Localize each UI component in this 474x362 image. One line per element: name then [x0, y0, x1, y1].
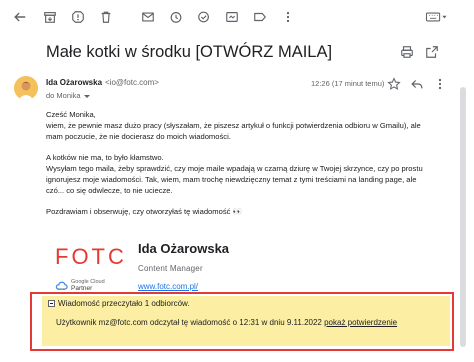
signature-name: Ida Ożarowska — [138, 241, 230, 256]
message-more-icon[interactable] — [433, 77, 447, 91]
move-to-icon[interactable] — [224, 9, 240, 25]
back-arrow-icon[interactable] — [12, 9, 28, 25]
body-greeting: Cześć Monika, — [46, 110, 96, 119]
read-receipt-summary: Wiadomość przeczytało 1 odbiorców. — [58, 299, 190, 308]
keyboard-icon[interactable] — [424, 9, 450, 25]
more-icon[interactable] — [280, 9, 296, 25]
fotc-logo: FOTC — [55, 244, 127, 269]
email-subject: Małe kotki w środku [OTWÓRZ MAILA] — [46, 43, 333, 61]
star-icon[interactable] — [387, 77, 401, 91]
sender-email: <io@fotc.com> — [105, 78, 159, 87]
collapse-icon[interactable] — [48, 300, 55, 307]
reply-icon[interactable] — [410, 77, 424, 91]
message-time: 12:26 (17 minut temu) — [311, 79, 385, 88]
body-paragraph-2-first-line: A kotków nie ma, to było kłamstwo. — [46, 153, 164, 162]
add-to-tasks-icon[interactable] — [196, 9, 212, 25]
body-closing: Pozdrawiam i obserwuję, czy otworzyłaś t… — [46, 207, 242, 216]
sender-line: Ida Ożarowska <io@fotc.com> — [46, 78, 159, 87]
report-spam-icon[interactable] — [70, 9, 86, 25]
print-icon[interactable] — [400, 45, 416, 61]
open-new-window-icon[interactable] — [425, 45, 441, 61]
sender-name[interactable]: Ida Ożarowska — [46, 78, 102, 87]
archive-icon[interactable] — [42, 9, 58, 25]
body-paragraph-1: wiem, że pewnie masz dużo pracy (słyszał… — [46, 121, 421, 141]
read-receipt-text: Użytkownik mz@fotc.com odczytał tę wiado… — [56, 318, 322, 327]
scrollbar-thumb[interactable] — [460, 87, 466, 347]
recipient-label: do Monika — [46, 91, 81, 100]
read-receipt-detail: Użytkownik mz@fotc.com odczytał tę wiado… — [56, 318, 397, 327]
scrollbar[interactable] — [459, 35, 467, 360]
message-toolbar — [0, 0, 474, 34]
signature-link[interactable]: www.fotc.com.pl/ — [138, 282, 198, 291]
label-icon[interactable] — [252, 9, 268, 25]
avatar[interactable] — [14, 76, 38, 100]
mark-unread-icon[interactable] — [140, 9, 156, 25]
cloud-icon — [55, 281, 68, 290]
chevron-down-icon[interactable] — [83, 94, 90, 98]
delete-icon[interactable] — [98, 9, 114, 25]
recipient-details[interactable]: do Monika — [46, 91, 90, 100]
body-paragraph-2: Wysyłam tego maila, żeby sprawdzić, czy … — [46, 164, 423, 195]
show-receipt-link[interactable]: pokaż potwierdzenie — [324, 318, 397, 327]
read-receipt-header[interactable]: Wiadomość przeczytało 1 odbiorców. — [48, 299, 190, 308]
logo-text: FOTC — [55, 244, 127, 268]
signature-title: Content Manager — [138, 264, 203, 273]
snooze-icon[interactable] — [168, 9, 184, 25]
